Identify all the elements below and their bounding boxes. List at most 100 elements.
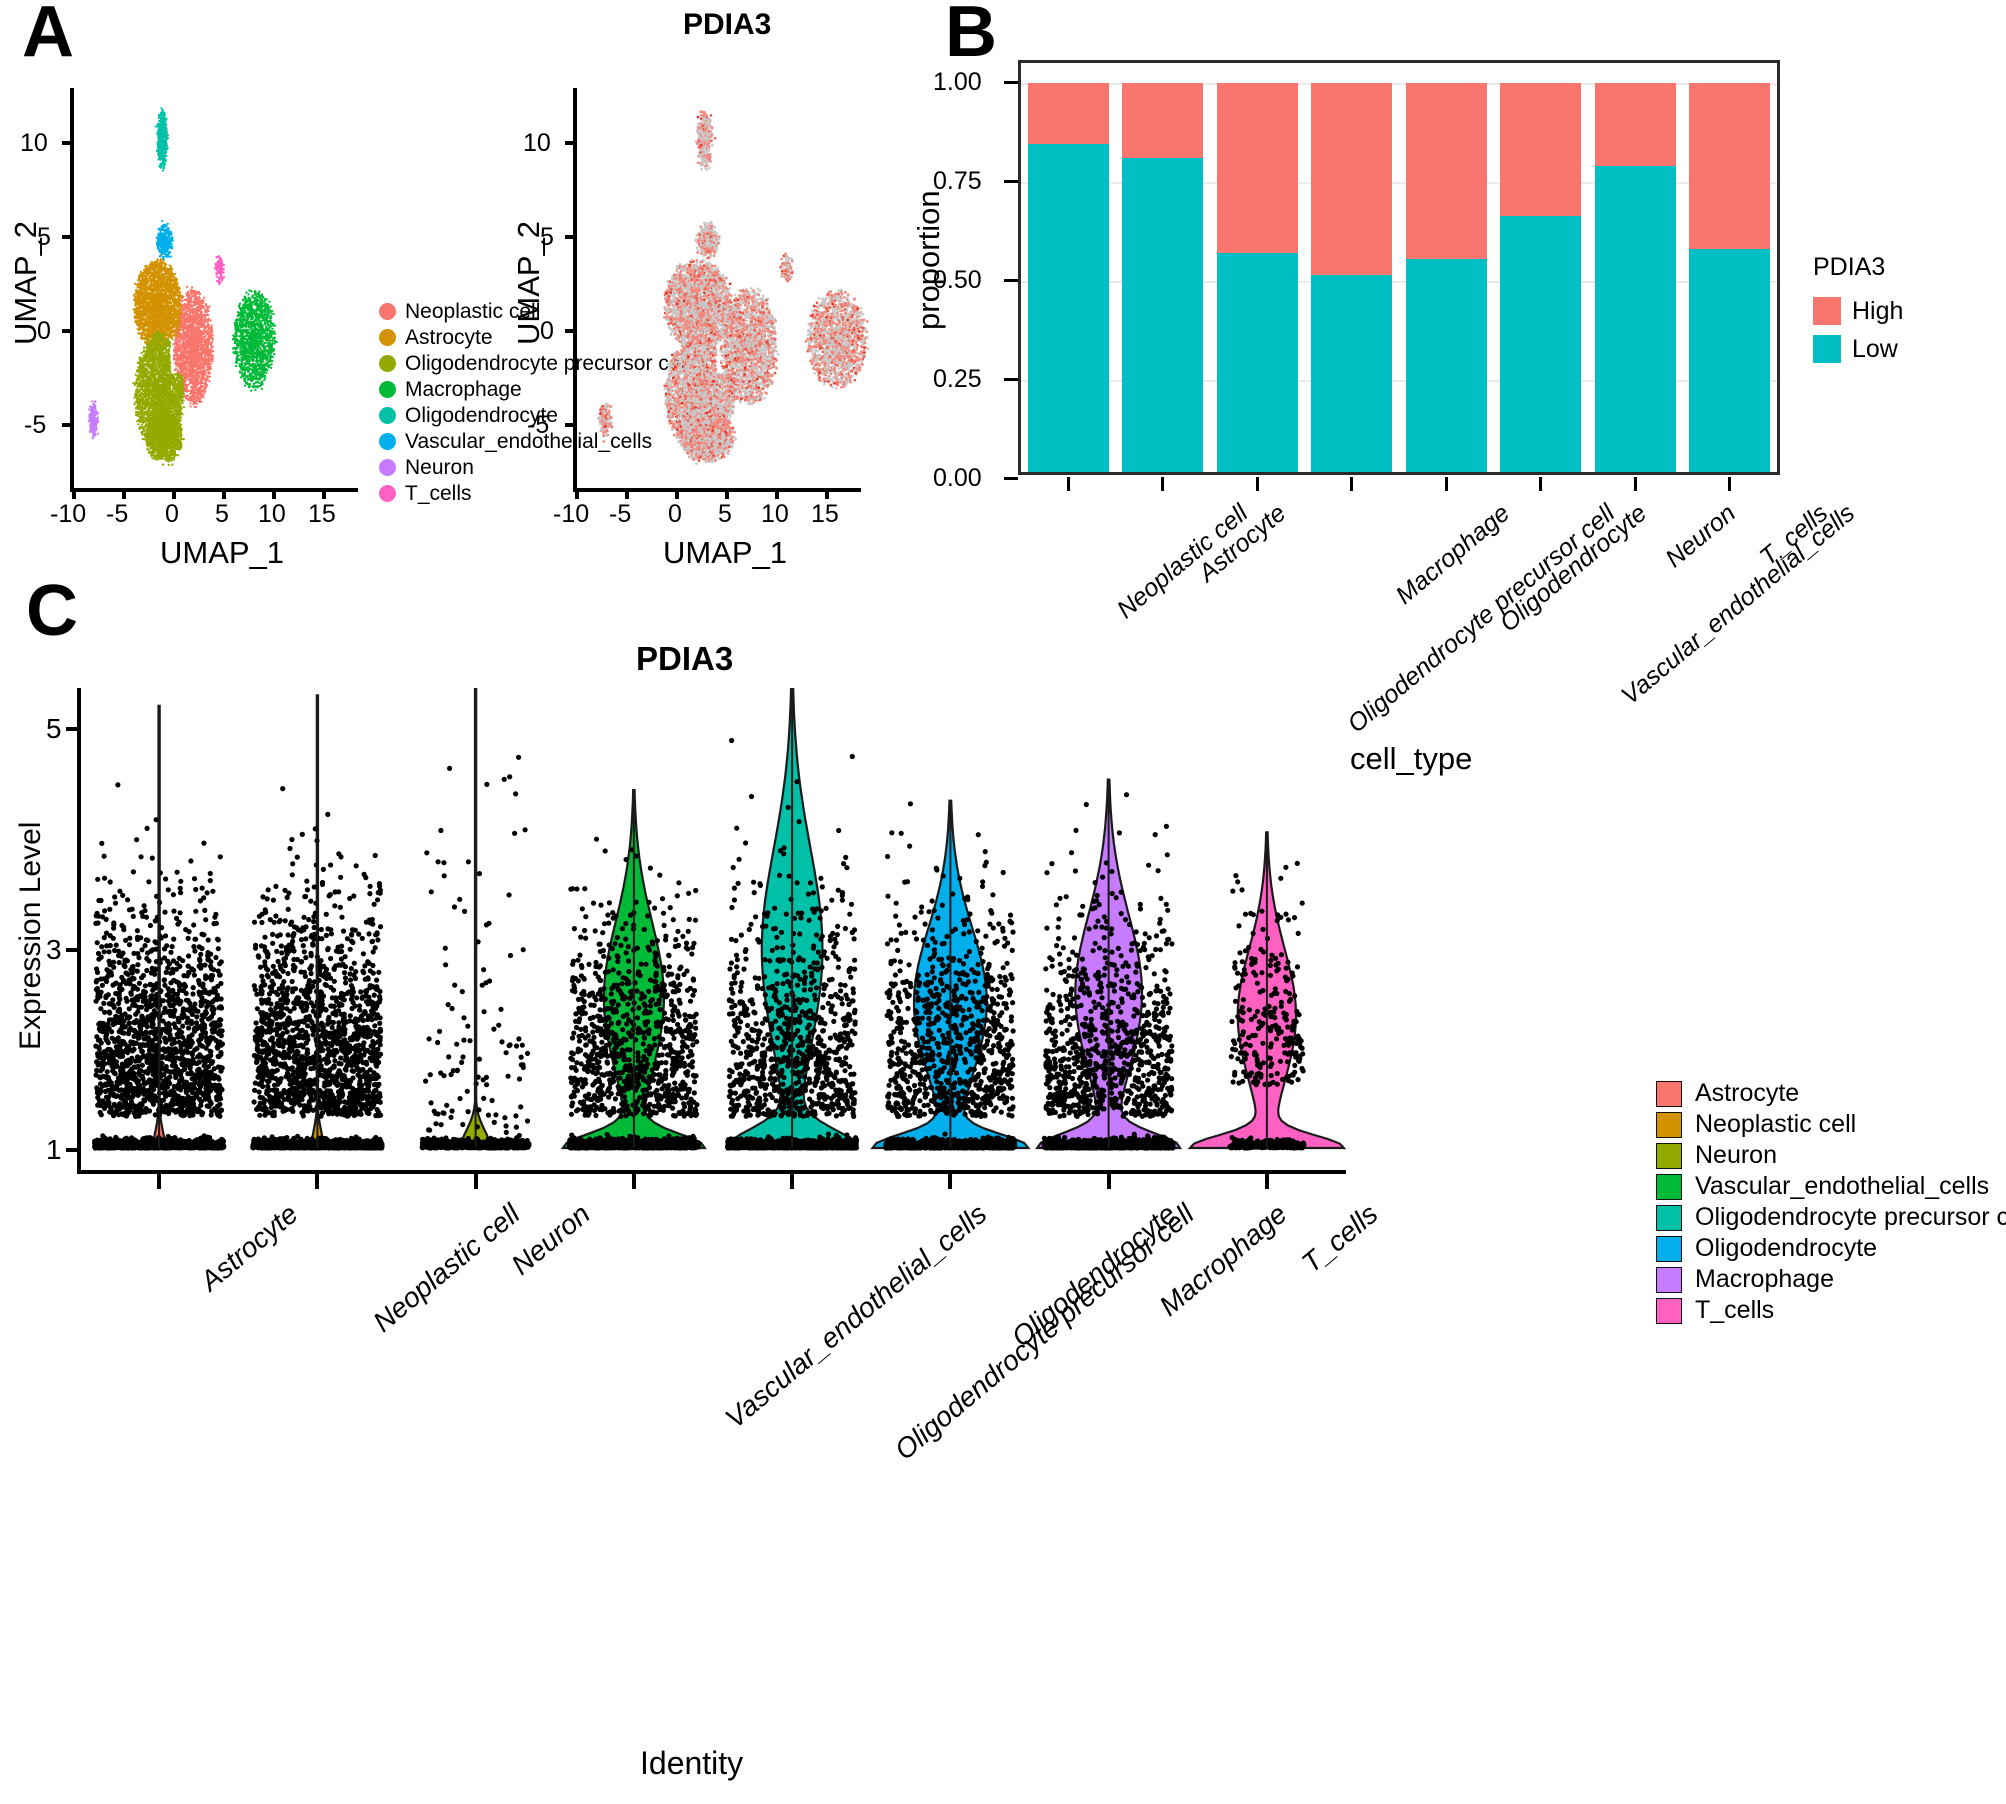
bar-segment-low[interactable] [1689,249,1771,472]
stacked-bar[interactable] [1311,83,1393,472]
stacked-bar[interactable] [1500,83,1582,472]
bar-chart-plot-area [1021,63,1777,472]
x-tick [473,1174,478,1189]
legend-label: T_cells [1695,1298,1774,1323]
bar-segment-low[interactable] [1122,158,1204,472]
x-tick [222,490,226,499]
x-tick [1066,477,1070,491]
legend-label: Vascular_endothelial_cells [1695,1174,1989,1199]
x-tick-label: 10 [258,500,286,529]
x-tick-label: 15 [308,500,336,529]
bar-segment-low[interactable] [1027,144,1109,472]
x-tick [790,1174,795,1189]
x-tick-label: Oligodendrocyte [1006,1198,1183,1354]
legend-item[interactable]: Vascular_endothelial_cells [1656,1171,2006,1202]
y-tick-label: -5 [527,411,549,440]
x-tick-label: Neoplastic cell [368,1198,527,1339]
y-tick [66,727,78,731]
bar-segment-low[interactable] [1311,275,1393,472]
bar-segment-low[interactable] [1500,215,1582,472]
umap-right-y-axis-title: UMAP_2 [511,221,547,345]
stacked-bar[interactable] [1405,83,1487,472]
violin-legend: Astrocyte Neoplastic cell Neuron Vascula… [1656,1078,2006,1326]
umap-cluster-plot [72,88,302,488]
x-tick-label: 5 [718,500,732,529]
legend-label: Neuron [405,457,474,478]
x-tick [272,490,276,499]
x-tick [172,490,176,499]
y-tick [1004,180,1018,183]
y-tick-label: 10 [523,129,551,158]
x-tick-label: -5 [609,500,631,529]
bar-segment-low[interactable] [1594,166,1676,472]
x-tick [631,1174,636,1189]
legend-color-swatch [1813,297,1841,325]
legend-color-swatch [1656,1235,1682,1262]
x-tick-label: -5 [106,500,128,529]
y-tick-label: -5 [24,411,46,440]
x-tick [122,490,126,499]
x-tick-label: Astrocyte [194,1198,304,1298]
x-tick-label: Vascular_endothelial_cells [1616,499,1861,711]
x-tick [1350,477,1354,491]
x-tick-label: Neuron [1660,499,1741,574]
legend-color-swatch [1656,1173,1682,1200]
x-tick [725,490,729,499]
x-tick-label: T_cells [1296,1198,1385,1280]
legend-color-swatch [379,328,396,346]
legend-color-swatch [379,484,396,502]
legend-item[interactable]: Astrocyte [1656,1078,2006,1109]
feature-plot-title: PDIA3 [683,8,771,42]
legend-item[interactable]: Oligodendrocyte [1656,1233,2006,1264]
stacked-bar[interactable] [1594,83,1676,472]
legend-color-swatch [1656,1111,1682,1138]
legend-item[interactable]: Low [1813,330,1903,368]
legend-color-swatch [1656,1204,1682,1231]
umap-right-x-axis [573,488,861,492]
bar-segment-high[interactable] [1405,83,1487,260]
bar-segment-high[interactable] [1500,83,1582,216]
y-tick-label: 1 [46,1134,62,1166]
legend-color-swatch [1656,1080,1682,1107]
bar-segment-high[interactable] [1594,83,1676,167]
stacked-bar[interactable] [1122,83,1204,472]
stacked-bar[interactable] [1216,83,1298,472]
bar-segment-high[interactable] [1216,83,1298,254]
legend-color-swatch [1656,1297,1682,1324]
x-tick-label: -10 [553,500,589,529]
x-tick-label: -10 [50,500,86,529]
bar-segment-high[interactable] [1027,83,1109,145]
bar-segment-high[interactable] [1689,83,1771,250]
y-tick [62,235,71,239]
umap-left-x-axis-title: UMAP_1 [160,535,284,571]
x-tick-label: 15 [811,500,839,529]
legend-label: Macrophage [1695,1267,1834,1292]
bar-segment-low[interactable] [1216,253,1298,472]
violin-plot-title: PDIA3 [636,640,733,678]
bar-segment-high[interactable] [1311,83,1393,276]
legend-label: Macrophage [405,379,522,400]
legend-item[interactable]: Neoplastic cell [1656,1109,2006,1140]
y-tick [565,141,574,145]
legend-color-swatch [379,354,396,372]
legend-item[interactable]: Macrophage [1656,1264,2006,1295]
legend-item[interactable]: Oligodendrocyte precursor cell [1656,1202,2006,1233]
umap-left-x-axis [70,488,358,492]
x-tick [1539,477,1543,491]
violin-x-axis-title: Identity [640,1745,743,1782]
y-tick-label: 3 [46,934,62,966]
panel-b-letter: B [945,0,997,68]
x-tick [1728,477,1732,491]
x-tick [157,1174,162,1189]
legend-color-swatch [1813,335,1841,363]
legend-label: Astrocyte [1695,1081,1799,1106]
stacked-bar[interactable] [1027,83,1109,472]
stacked-bar[interactable] [1689,83,1771,472]
legend-item[interactable]: High [1813,292,1903,330]
bar-segment-low[interactable] [1405,259,1487,472]
bar-segment-high[interactable] [1122,83,1204,159]
legend-item[interactable]: Neuron [1656,1140,2006,1171]
legend-item[interactable]: T_cells [1656,1295,2006,1326]
x-tick [775,490,779,499]
panel-a-letter: A [22,0,74,68]
